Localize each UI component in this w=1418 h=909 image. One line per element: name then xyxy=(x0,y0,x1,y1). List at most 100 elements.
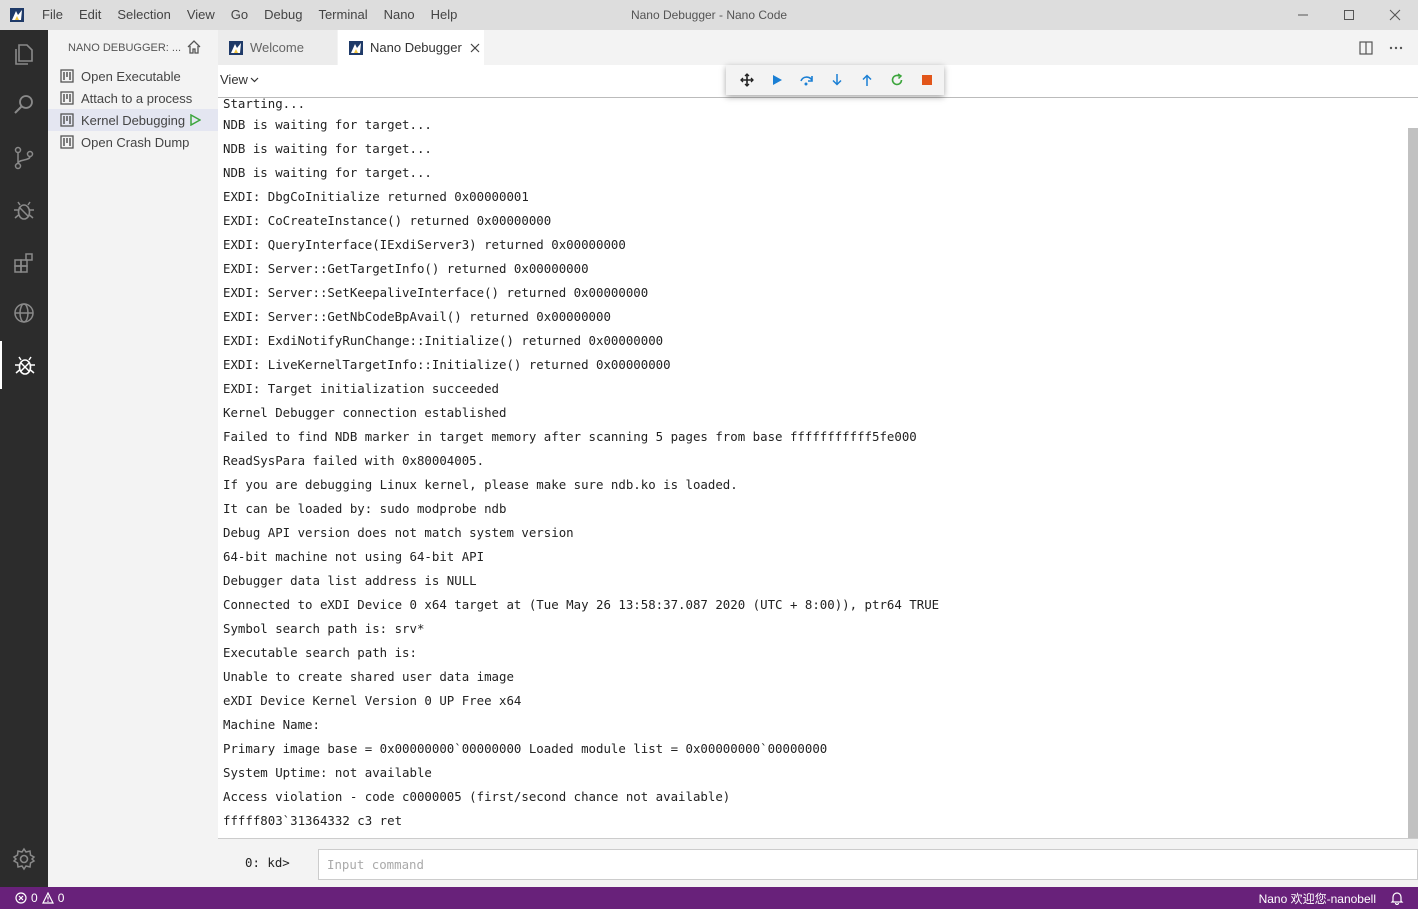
command-row: 0: kd> xyxy=(218,838,1418,887)
workflow-icon xyxy=(60,91,74,105)
output-line: NDB is waiting for target... xyxy=(223,165,432,180)
output-line: EXDI: QueryInterface(IExdiServer3) retur… xyxy=(223,237,626,252)
output-line: ReadSysPara failed with 0x80004005. xyxy=(223,453,485,468)
search-icon[interactable] xyxy=(0,81,48,129)
sidebar-title: NANO DEBUGGER: ... xyxy=(68,41,182,54)
tab-nano-debugger[interactable]: Nano Debugger xyxy=(338,30,484,65)
sidebar-item-kernel-debugging[interactable]: Kernel Debugging xyxy=(48,109,218,131)
output-line: Unable to create shared user data image xyxy=(223,669,514,684)
command-input[interactable] xyxy=(318,849,1418,880)
output-line: EXDI: Server::GetNbCodeBpAvail() returne… xyxy=(223,309,611,324)
settings-gear-icon[interactable] xyxy=(0,835,48,883)
explorer-icon[interactable] xyxy=(0,30,48,78)
error-count: 0 xyxy=(31,891,38,905)
close-window-button[interactable] xyxy=(1372,0,1418,30)
nano-logo-icon xyxy=(229,40,243,55)
status-right: Nano 欢迎您-nanobell xyxy=(1259,887,1418,909)
sidebar-item-label: Kernel Debugging xyxy=(81,112,186,128)
menu-nano[interactable]: Nano xyxy=(376,0,423,30)
welcome-status-text[interactable]: Nano 欢迎您-nanobell xyxy=(1259,890,1390,907)
extensions-icon[interactable] xyxy=(0,239,48,287)
title-bar: File Edit Selection View Go Debug Termin… xyxy=(0,0,1418,30)
output-line: Kernel Debugger connection established xyxy=(223,405,507,420)
sidebar-item-open-crash-dump[interactable]: Open Crash Dump xyxy=(48,131,218,153)
restart-button[interactable] xyxy=(882,65,912,95)
output-line: Starting... xyxy=(223,98,306,111)
stop-icon xyxy=(922,75,932,85)
drag-handle[interactable] xyxy=(732,65,762,95)
close-icon xyxy=(1389,9,1401,21)
scrollbar-thumb[interactable] xyxy=(1408,128,1418,838)
split-editor-icon[interactable] xyxy=(1358,40,1374,56)
output-line: Failed to find NDB marker in target memo… xyxy=(223,429,917,444)
play-icon[interactable] xyxy=(189,114,202,126)
menu-selection[interactable]: Selection xyxy=(109,0,178,30)
menu-help[interactable]: Help xyxy=(423,0,466,30)
minimize-icon xyxy=(1298,14,1308,16)
sidebar-item-open-executable[interactable]: Open Executable xyxy=(48,65,218,87)
menu-file[interactable]: File xyxy=(34,0,71,30)
menu-bar: File Edit Selection View Go Debug Termin… xyxy=(34,0,465,30)
sidebar-header: NANO DEBUGGER: ... xyxy=(48,30,218,65)
output-line: EXDI: DbgCoInitialize returned 0x0000000… xyxy=(223,189,529,204)
remote-icon[interactable] xyxy=(0,289,48,337)
problems-indicator[interactable]: 0 0 xyxy=(0,891,64,905)
notification-bell-icon[interactable] xyxy=(1390,891,1404,905)
output-line: Debugger data list address is NULL xyxy=(223,573,477,588)
output-line: If you are debugging Linux kernel, pleas… xyxy=(223,477,738,492)
output-line: Access violation - code c0000005 (first/… xyxy=(223,789,731,804)
output-line: System Uptime: not available xyxy=(223,765,432,780)
warning-count: 0 xyxy=(57,891,65,905)
debug-toolbar xyxy=(726,65,944,95)
output-line: Symbol search path is: srv* xyxy=(223,621,425,636)
sidebar: NANO DEBUGGER: ... Open Executable Attac… xyxy=(48,30,218,887)
step-over-button[interactable] xyxy=(792,65,822,95)
output-line: It can be loaded by: sudo modprobe ndb xyxy=(223,501,507,516)
output-scrollbar[interactable] xyxy=(1407,98,1418,838)
chevron-down-icon xyxy=(250,77,259,83)
output-line: NDB is waiting for target... xyxy=(223,141,432,156)
nano-debugger-icon[interactable] xyxy=(0,341,48,389)
output-line: eXDI Device Kernel Version 0 UP Free x64 xyxy=(223,693,522,708)
view-dropdown[interactable]: View xyxy=(220,72,259,87)
menu-terminal[interactable]: Terminal xyxy=(310,0,375,30)
menu-debug[interactable]: Debug xyxy=(256,0,310,30)
command-prompt: 0: kd> xyxy=(245,855,290,870)
sidebar-item-label: Open Executable xyxy=(81,68,181,84)
output-line: EXDI: Server::GetTargetInfo() returned 0… xyxy=(223,261,589,276)
step-out-button[interactable] xyxy=(852,65,882,95)
output-line: EXDI: ExdiNotifyRunChange::Initialize() … xyxy=(223,333,664,348)
output-line: EXDI: CoCreateInstance() returned 0x0000… xyxy=(223,213,552,228)
tab-label: Nano Debugger xyxy=(370,40,462,55)
move-icon xyxy=(740,73,754,87)
maximize-button[interactable] xyxy=(1326,0,1372,30)
view-label: View xyxy=(220,72,248,87)
step-into-icon xyxy=(832,74,842,86)
more-actions-icon[interactable] xyxy=(1388,40,1404,56)
output-line: NDB is waiting for target... xyxy=(223,117,432,132)
continue-button[interactable] xyxy=(762,65,792,95)
step-into-button[interactable] xyxy=(822,65,852,95)
workflow-icon xyxy=(60,135,74,149)
editor-actions xyxy=(1358,30,1404,65)
menu-view[interactable]: View xyxy=(179,0,223,30)
minimize-button[interactable] xyxy=(1280,0,1326,30)
app-logo-icon xyxy=(0,0,34,30)
menu-edit[interactable]: Edit xyxy=(71,0,109,30)
source-control-icon[interactable] xyxy=(0,134,48,182)
output-line: Debug API version does not match system … xyxy=(223,525,574,540)
output-line: fffff803`31364332 c3 ret xyxy=(223,813,403,828)
menu-go[interactable]: Go xyxy=(223,0,256,30)
sidebar-item-attach-process[interactable]: Attach to a process xyxy=(48,87,218,109)
nano-logo-icon xyxy=(349,40,363,55)
home-icon[interactable] xyxy=(186,39,202,55)
close-tab-icon[interactable] xyxy=(470,43,480,53)
tab-welcome[interactable]: Welcome xyxy=(218,30,337,65)
maximize-icon xyxy=(1344,10,1354,20)
debug-icon[interactable] xyxy=(0,186,48,234)
error-icon xyxy=(15,892,27,904)
output-line: Machine Name: xyxy=(223,717,320,732)
stop-button[interactable] xyxy=(912,65,942,95)
workflow-icon xyxy=(60,69,74,83)
debug-output-console: Starting... NDB is waiting for target... N… xyxy=(218,98,1406,838)
